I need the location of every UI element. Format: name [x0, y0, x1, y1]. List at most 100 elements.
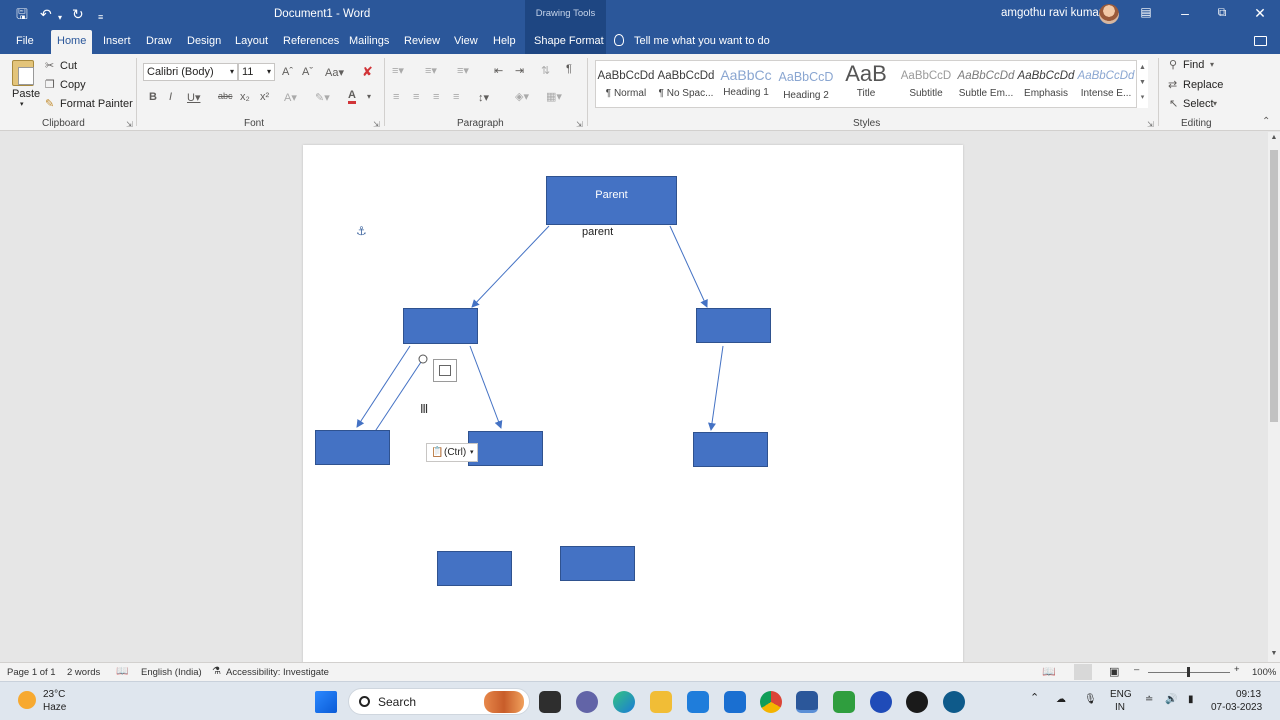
- subscript-icon[interactable]: x₂: [240, 91, 250, 103]
- edge-icon[interactable]: [613, 691, 635, 713]
- bold-icon[interactable]: B: [149, 91, 157, 103]
- scroll-thumb[interactable]: [1270, 150, 1278, 422]
- tell-me-search[interactable]: Tell me what you want to do: [614, 34, 770, 47]
- user-name[interactable]: amgothu ravi kumar: [1001, 7, 1103, 19]
- child-shape-left[interactable]: [403, 308, 478, 344]
- superscript-icon[interactable]: x²: [260, 91, 269, 103]
- tab-draw[interactable]: Draw: [140, 30, 178, 54]
- read-mode-icon[interactable]: 📖: [1042, 665, 1056, 678]
- grow-font-icon[interactable]: Aˆ: [282, 66, 293, 78]
- vertical-scrollbar[interactable]: ▲ ▼: [1268, 132, 1280, 662]
- style-normal[interactable]: AaBbCcDd ¶ Normal: [596, 60, 656, 108]
- paragraph-launcher-icon[interactable]: ⇲: [576, 120, 583, 129]
- tab-file[interactable]: File: [10, 30, 40, 54]
- unconnected-shape[interactable]: [560, 546, 635, 581]
- wifi-icon[interactable]: ≐: [1145, 693, 1153, 706]
- tab-design[interactable]: Design: [181, 30, 227, 54]
- tab-references[interactable]: References: [277, 30, 345, 54]
- style-emphasis[interactable]: AaBbCcDd Emphasis: [1016, 60, 1076, 108]
- cut-button[interactable]: Cut: [60, 60, 77, 72]
- styles-launcher-icon[interactable]: ⇲: [1147, 120, 1154, 129]
- mail-icon[interactable]: [724, 691, 746, 713]
- layout-options-button[interactable]: [433, 359, 457, 382]
- chevron-down-icon[interactable]: ▼: [1139, 79, 1146, 86]
- show-formatting-icon[interactable]: ¶: [566, 63, 572, 75]
- font-color-dropdown-icon[interactable]: ▾: [367, 92, 371, 101]
- undo-dropdown-icon[interactable]: ▾: [58, 10, 62, 26]
- font-color-icon[interactable]: A: [348, 90, 356, 104]
- shrink-font-icon[interactable]: Aˇ: [302, 66, 313, 78]
- grandchild-shape[interactable]: [693, 432, 768, 467]
- temperature[interactable]: 23°C: [43, 689, 65, 700]
- format-painter-button[interactable]: Format Painter: [60, 98, 133, 110]
- styles-scroll[interactable]: ▲ ▼ ▾: [1136, 60, 1148, 108]
- tab-home[interactable]: Home: [51, 30, 93, 54]
- language-line1[interactable]: ENG: [1110, 688, 1132, 701]
- zoom-out-icon[interactable]: –: [1134, 664, 1139, 675]
- bullets-icon[interactable]: ≡▾: [392, 64, 404, 77]
- tab-help[interactable]: Help: [487, 30, 522, 54]
- more-styles-icon[interactable]: ▾: [1141, 94, 1145, 101]
- clear-formatting-icon[interactable]: ✘: [362, 64, 373, 80]
- paste-button[interactable]: Paste: [12, 88, 40, 100]
- find-button[interactable]: Find: [1183, 59, 1204, 71]
- style-intense-emphasis[interactable]: AaBbCcDd Intense E...: [1076, 60, 1136, 108]
- avatar[interactable]: [1099, 4, 1119, 24]
- tab-shape-format[interactable]: Shape Format: [525, 30, 606, 54]
- clock-time[interactable]: 09:13: [1236, 688, 1261, 701]
- align-right-icon[interactable]: ≡: [433, 91, 439, 103]
- show-hidden-icons-icon[interactable]: ⌃: [1030, 692, 1039, 705]
- battery-icon[interactable]: ▮: [1188, 693, 1194, 706]
- paste-dropdown-icon[interactable]: ▾: [20, 100, 24, 108]
- language-indicator[interactable]: English (India): [141, 667, 202, 678]
- borders-icon[interactable]: ▦▾: [546, 90, 562, 103]
- file-explorer-icon[interactable]: [650, 691, 672, 713]
- paste-icon[interactable]: [12, 60, 34, 86]
- select-button[interactable]: Select: [1183, 98, 1214, 110]
- task-view-icon[interactable]: [539, 691, 561, 713]
- style-no-spacing[interactable]: AaBbCcDd ¶ No Spac...: [656, 60, 716, 108]
- strikethrough-icon[interactable]: abc: [218, 91, 233, 101]
- collapse-ribbon-icon[interactable]: ⌃: [1262, 116, 1270, 127]
- app-icon[interactable]: [906, 691, 928, 713]
- chrome-icon[interactable]: [760, 691, 782, 713]
- redo-icon[interactable]: ↻: [72, 6, 84, 22]
- weather-icon[interactable]: [18, 691, 36, 709]
- increase-indent-icon[interactable]: ⇥: [515, 64, 524, 77]
- italic-icon[interactable]: I: [169, 91, 172, 103]
- style-heading-2[interactable]: AaBbCcD Heading 2: [776, 60, 836, 108]
- volume-icon[interactable]: 🔊: [1165, 693, 1177, 706]
- font-launcher-icon[interactable]: ⇲: [373, 120, 380, 129]
- text-effects-icon[interactable]: A▾: [284, 91, 297, 104]
- style-subtle-emphasis[interactable]: AaBbCcDd Subtle Em...: [956, 60, 1016, 108]
- highlight-color-icon[interactable]: ✎▾: [315, 91, 330, 104]
- select-dropdown-icon[interactable]: ▾: [1213, 99, 1217, 108]
- change-case-icon[interactable]: Aa▾: [325, 66, 344, 79]
- clock-date[interactable]: 07-03-2023: [1211, 701, 1262, 714]
- tab-layout[interactable]: Layout: [229, 30, 274, 54]
- decrease-indent-icon[interactable]: ⇤: [494, 64, 503, 77]
- underline-icon[interactable]: U▾: [187, 91, 200, 104]
- web-layout-icon[interactable]: ▣: [1109, 665, 1119, 678]
- align-center-icon[interactable]: ≡: [413, 91, 419, 103]
- zoom-app-icon[interactable]: [870, 691, 892, 713]
- chevron-up-icon[interactable]: ▲: [1139, 64, 1146, 71]
- style-subtitle[interactable]: AaBbCcD Subtitle: [896, 60, 956, 108]
- tab-insert[interactable]: Insert: [97, 30, 137, 54]
- style-heading-1[interactable]: AaBbCc Heading 1: [716, 60, 776, 108]
- paint-icon[interactable]: [833, 691, 855, 713]
- customize-quick-access-icon[interactable]: ≡: [98, 9, 103, 25]
- clipboard-launcher-icon[interactable]: ⇲: [126, 120, 133, 129]
- undo-icon[interactable]: ↶: [40, 6, 52, 22]
- proofing-icon[interactable]: 📖: [116, 666, 128, 677]
- tab-mailings[interactable]: Mailings: [343, 30, 395, 54]
- start-icon[interactable]: [315, 691, 337, 713]
- zoom-in-icon[interactable]: +: [1234, 664, 1240, 675]
- scroll-down-icon[interactable]: ▼: [1268, 650, 1280, 657]
- people-icon[interactable]: [484, 691, 524, 713]
- font-family-dropdown[interactable]: Calibri (Body) ▾: [143, 63, 238, 81]
- align-left-icon[interactable]: ≡: [393, 91, 399, 103]
- word-icon[interactable]: [796, 691, 818, 713]
- child-shape-right[interactable]: [696, 308, 771, 343]
- page-count[interactable]: Page 1 of 1: [7, 667, 56, 678]
